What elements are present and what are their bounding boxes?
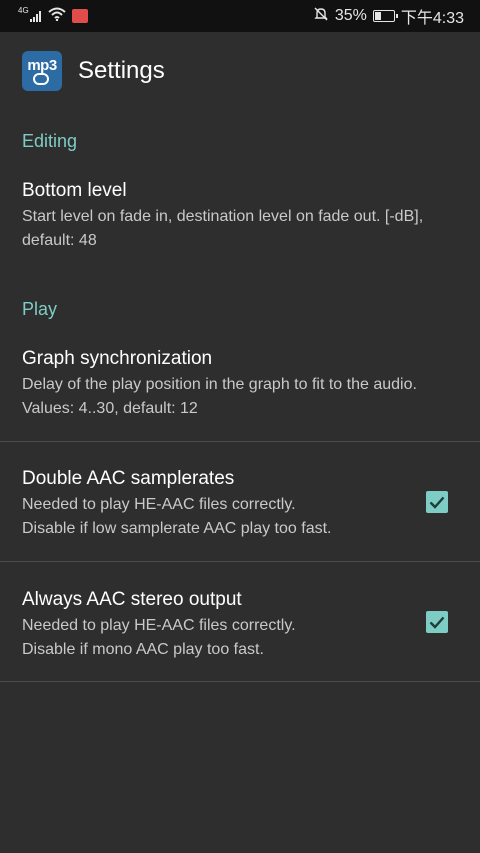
wifi-icon [48, 7, 66, 26]
divider [0, 441, 480, 442]
aac-stereo-checkbox[interactable] [426, 611, 448, 633]
notification-icon [71, 9, 88, 23]
checkmark-icon [429, 496, 445, 509]
app-logo-text: mp3 [27, 57, 57, 74]
clock: 下午4:33 [400, 10, 464, 27]
divider [0, 681, 480, 682]
pref-double-aac-summary-line2: Disable if low samplerate AAC play too f… [22, 520, 332, 537]
network-type-label: 4G [18, 5, 29, 15]
pref-graph-sync-summary: Delay of the play position in the graph … [22, 376, 417, 417]
double-aac-checkbox[interactable] [426, 491, 448, 513]
pref-aac-stereo-summary-line2: Disable if mono AAC play too fast. [22, 641, 264, 658]
category-editing: Editing [22, 131, 78, 151]
status-bar: 4G 35% 下午4:33 [0, 0, 480, 32]
pref-aac-stereo-title: Always AAC stereo output [22, 589, 242, 610]
pref-graph-sync-title: Graph synchronization [22, 348, 213, 369]
divider [0, 561, 480, 562]
battery-icon [372, 10, 398, 22]
pref-double-aac-summary-line1: Needed to play HE-AAC files correctly. [22, 496, 296, 513]
pref-bottom-level-summary: Start level on fade in, destination leve… [22, 208, 424, 249]
pref-double-aac-summary: Needed to play HE-AAC files correctly. D… [22, 493, 402, 541]
pref-bottom-level[interactable]: Bottom level Start level on fade in, des… [0, 179, 480, 253]
checkmark-icon [429, 616, 445, 629]
pref-aac-stereo-summary: Needed to play HE-AAC files correctly. D… [22, 614, 402, 662]
signal-icon [29, 10, 42, 22]
pref-aac-stereo[interactable]: Always AAC stereo output Needed to play … [0, 588, 480, 662]
app-logo-ring [33, 73, 49, 85]
pref-bottom-level-title: Bottom level [22, 180, 127, 201]
page-title: Settings [78, 57, 165, 84]
pref-graph-sync[interactable]: Graph synchronization Delay of the play … [0, 347, 480, 421]
pref-aac-stereo-summary-line1: Needed to play HE-AAC files correctly. [22, 617, 296, 634]
pref-double-aac[interactable]: Double AAC samplerates Needed to play HE… [0, 467, 480, 541]
status-bar-right: 35% 下午4:33 [307, 4, 464, 28]
app-bar: mp3 Settings [0, 32, 480, 110]
pref-double-aac-title: Double AAC samplerates [22, 468, 235, 489]
mute-icon [313, 6, 329, 27]
status-bar-left: 4G [18, 5, 94, 26]
category-play: Play [22, 299, 58, 319]
app-logo-icon: mp3 [22, 51, 62, 91]
battery-percent: 35% [334, 7, 367, 24]
